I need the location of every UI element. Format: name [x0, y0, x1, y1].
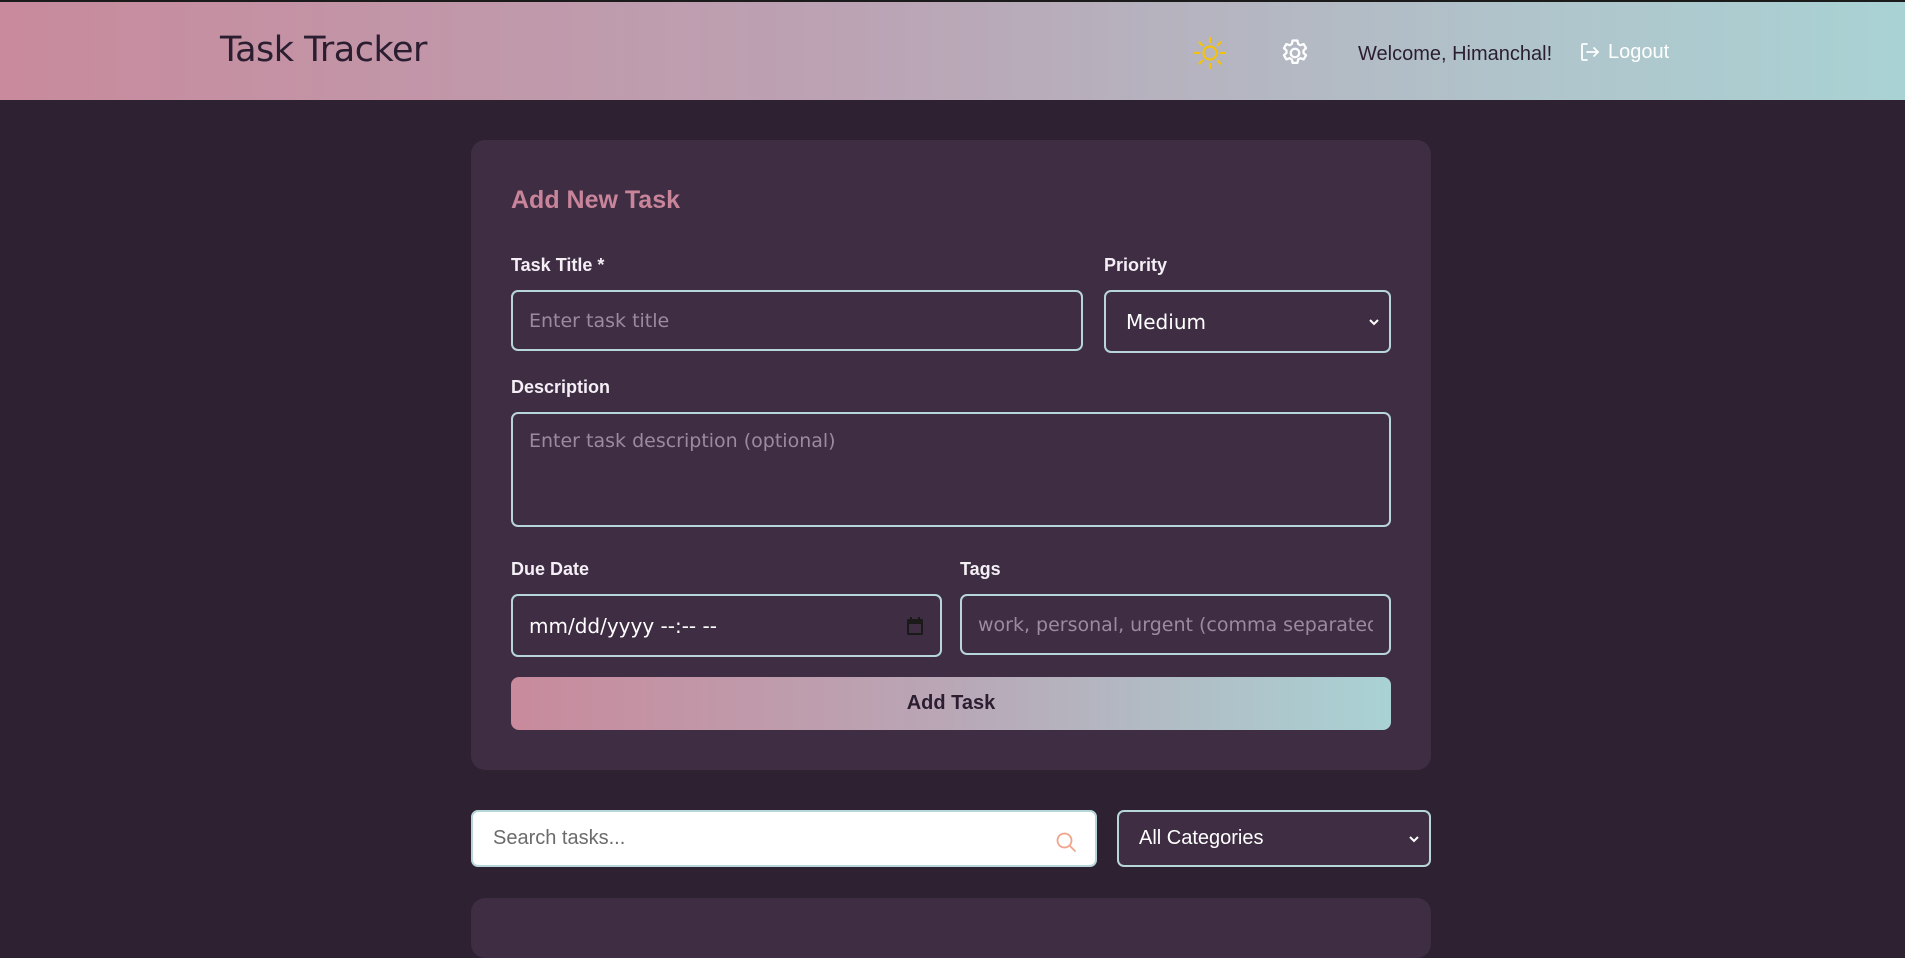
due-date-label: Due Date: [511, 559, 590, 579]
description-textarea[interactable]: [511, 412, 1391, 527]
add-task-card: Add New Task Task Title * Priority Mediu…: [471, 140, 1431, 770]
priority-select[interactable]: Medium: [1104, 290, 1391, 353]
description-label: Description: [511, 377, 611, 397]
task-title-input[interactable]: [511, 290, 1083, 351]
priority-value: Medium: [1126, 309, 1206, 334]
category-select[interactable]: All Categories: [1117, 810, 1431, 867]
logout-icon: [1581, 43, 1599, 61]
sun-icon: [1193, 36, 1227, 70]
task-list-card: [471, 898, 1431, 958]
gear-icon: [1282, 39, 1308, 65]
calendar-icon[interactable]: [906, 616, 924, 636]
settings-button[interactable]: [1278, 36, 1312, 70]
theme-toggle-button[interactable]: [1193, 36, 1227, 70]
form-title: Add New Task: [511, 186, 681, 214]
logout-label: Logout: [1608, 40, 1670, 63]
tags-input[interactable]: [960, 594, 1391, 655]
category-value: All Categories: [1139, 827, 1264, 849]
due-date-value: mm/dd/yyyy --:-- --: [529, 613, 717, 638]
add-task-button[interactable]: Add Task: [511, 677, 1391, 730]
search-icon[interactable]: [1055, 831, 1077, 853]
task-title-label: Task Title *: [511, 255, 605, 275]
search-box: [471, 810, 1097, 867]
app-header: Task Tracker Welcome, Himanchal! Logout: [0, 0, 1905, 100]
due-date-input[interactable]: mm/dd/yyyy --:-- --: [511, 594, 942, 657]
tags-label: Tags: [960, 559, 1001, 579]
priority-label: Priority: [1104, 255, 1168, 275]
logout-button[interactable]: Logout: [1578, 40, 1669, 64]
chevron-down-icon: [1409, 835, 1419, 842]
chevron-down-icon: [1369, 318, 1379, 325]
search-input[interactable]: [493, 827, 1033, 850]
app-title: Task Tracker: [220, 30, 427, 70]
welcome-text: Welcome, Himanchal!: [1358, 43, 1553, 65]
